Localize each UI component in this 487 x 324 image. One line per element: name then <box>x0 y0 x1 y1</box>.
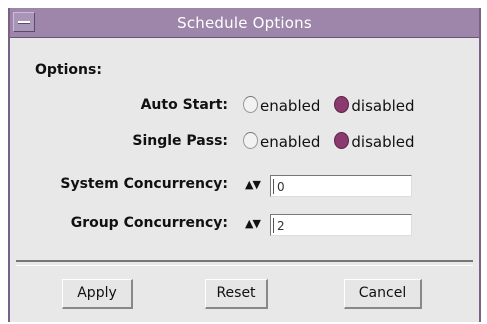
single-pass-enabled-label[interactable]: enabled <box>260 133 320 151</box>
auto-start-label: Auto Start: <box>140 97 228 113</box>
single-pass-disabled-label[interactable]: disabled <box>351 133 414 151</box>
reset-button[interactable]: Reset <box>205 279 268 309</box>
single-pass-enabled-radio[interactable] <box>243 132 258 149</box>
text-cursor <box>273 218 274 233</box>
auto-start-radio-group: enabled disabled <box>243 96 429 115</box>
title-bar[interactable]: Schedule Options <box>10 8 479 38</box>
group-concurrency-field[interactable]: 2 <box>270 214 412 236</box>
group-concurrency-label: Group Concurrency: <box>70 215 228 231</box>
button-separator <box>16 260 473 266</box>
options-label: Options: <box>35 62 102 78</box>
single-pass-label: Single Pass: <box>132 133 228 149</box>
single-pass-radio-group: enabled disabled <box>243 132 429 151</box>
cancel-button[interactable]: Cancel <box>344 279 422 309</box>
single-pass-disabled-radio[interactable] <box>334 132 350 149</box>
group-concurrency-stepper-arrows[interactable]: ▲▼ <box>245 217 261 230</box>
system-concurrency-field[interactable]: 0 <box>270 175 412 197</box>
system-concurrency-value: 0 <box>277 180 285 194</box>
group-concurrency-value: 2 <box>277 219 285 233</box>
window-title: Schedule Options <box>177 14 312 32</box>
auto-start-disabled-label[interactable]: disabled <box>351 97 414 115</box>
auto-start-enabled-radio[interactable] <box>243 96 258 113</box>
text-cursor <box>273 179 274 194</box>
auto-start-disabled-radio[interactable] <box>334 96 350 113</box>
system-concurrency-label: System Concurrency: <box>60 176 228 192</box>
auto-start-enabled-label[interactable]: enabled <box>260 97 320 115</box>
system-concurrency-stepper-arrows[interactable]: ▲▼ <box>245 178 261 191</box>
apply-button[interactable]: Apply <box>62 279 133 309</box>
schedule-options-dialog: Schedule Options Options: Auto Start: en… <box>8 8 481 322</box>
